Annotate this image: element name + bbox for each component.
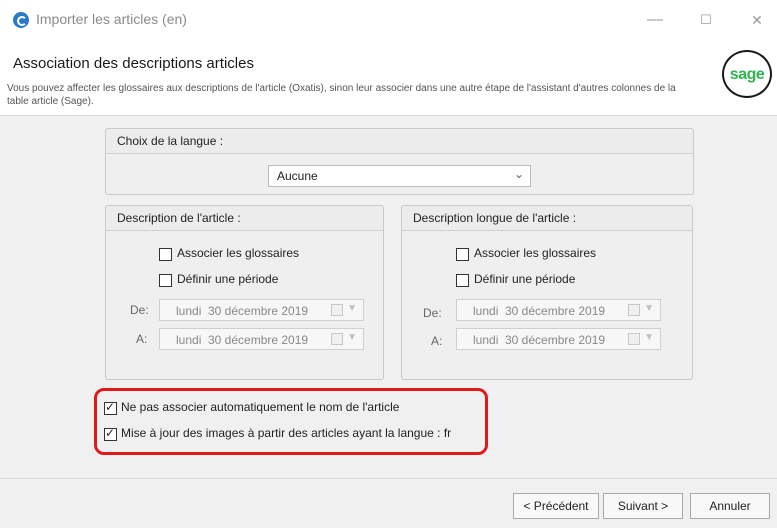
description-period-checkbox[interactable] <box>159 274 172 287</box>
long-description-group-title: Description longue de l'article : <box>413 211 577 225</box>
description-to-label: A: <box>136 332 148 346</box>
calendar-icon[interactable] <box>628 304 640 316</box>
chevron-down-icon: ⌄ <box>513 167 524 181</box>
dropdown-arrow-icon[interactable]: ▼ <box>347 332 357 343</box>
long-description-from-value: 30 décembre 2019 <box>505 304 606 318</box>
description-assoc-label: Associer les glossaires <box>177 246 300 260</box>
long-description-assoc-checkbox[interactable] <box>456 248 469 261</box>
language-select[interactable]: Aucune ⌄ <box>268 165 531 187</box>
long-description-group: Description longue de l'article : Associ… <box>401 205 693 380</box>
long-description-assoc-label: Associer les glossaires <box>474 246 597 260</box>
window-title: Importer les articles (en) <box>36 11 187 27</box>
long-description-to-date[interactable]: lundi 30 décembre 2019 ▼ <box>456 328 661 350</box>
description-assoc-checkbox[interactable] <box>159 248 172 261</box>
language-group-header: Choix de la langue : <box>106 129 693 154</box>
maximize-button[interactable]: ☐ <box>691 8 721 32</box>
long-description-to-day: lundi <box>473 333 499 347</box>
description-from-date[interactable]: lundi 30 décembre 2019 ▼ <box>159 299 364 321</box>
description-to-day: lundi <box>176 333 202 347</box>
page-description: Vous pouvez affecter les glossaires aux … <box>7 83 676 107</box>
dropdown-arrow-icon[interactable]: ▼ <box>644 332 654 343</box>
language-select-value: Aucune <box>277 169 318 183</box>
update-images-label: Mise à jour des images à partir des arti… <box>121 426 452 440</box>
calendar-icon[interactable] <box>331 304 343 316</box>
minimize-button[interactable]: — <box>640 8 670 32</box>
next-button[interactable]: Suivant > <box>603 493 683 519</box>
dropdown-arrow-icon[interactable]: ▼ <box>644 303 654 314</box>
long-description-period-label: Définir une période <box>474 272 576 286</box>
description-group-title: Description de l'article : <box>117 211 241 225</box>
long-description-from-date[interactable]: lundi 30 décembre 2019 ▼ <box>456 299 661 321</box>
language-group-title: Choix de la langue : <box>117 134 224 148</box>
description-group-header: Description de l'article : <box>106 206 383 231</box>
no-auto-name-label: Ne pas associer automatiquement le nom d… <box>121 400 400 414</box>
close-button[interactable]: ✕ <box>742 8 772 32</box>
calendar-icon[interactable] <box>331 333 343 345</box>
description-from-label: De: <box>130 303 149 317</box>
long-description-from-label: De: <box>423 306 442 320</box>
footer: < Précédent Suivant > Annuler <box>0 478 777 528</box>
sage-logo: sage <box>722 50 772 98</box>
cancel-button[interactable]: Annuler <box>690 493 770 519</box>
app-icon <box>13 12 29 28</box>
page-title: Association des descriptions articles <box>13 55 254 72</box>
description-to-value: 30 décembre 2019 <box>208 333 309 347</box>
highlight-box <box>94 388 488 455</box>
no-auto-name-checkbox[interactable] <box>104 400 117 415</box>
language-group: Choix de la langue : Aucune ⌄ <box>105 128 694 195</box>
long-description-group-header: Description longue de l'article : <box>402 206 692 231</box>
long-description-to-label: A: <box>431 334 443 348</box>
description-from-value: 30 décembre 2019 <box>208 304 309 318</box>
long-description-from-day: lundi <box>473 304 499 318</box>
long-description-period-checkbox[interactable] <box>456 274 469 287</box>
long-description-to-value: 30 décembre 2019 <box>505 333 606 347</box>
dropdown-arrow-icon[interactable]: ▼ <box>347 303 357 314</box>
description-to-date[interactable]: lundi 30 décembre 2019 ▼ <box>159 328 364 350</box>
previous-button[interactable]: < Précédent <box>513 493 599 519</box>
description-from-day: lundi <box>176 304 202 318</box>
description-period-label: Définir une période <box>177 272 279 286</box>
update-images-checkbox[interactable] <box>104 426 117 441</box>
calendar-icon[interactable] <box>628 333 640 345</box>
description-group: Description de l'article : Associer les … <box>105 205 384 380</box>
title-bar: Importer les articles (en) — ☐ ✕ <box>0 0 777 40</box>
